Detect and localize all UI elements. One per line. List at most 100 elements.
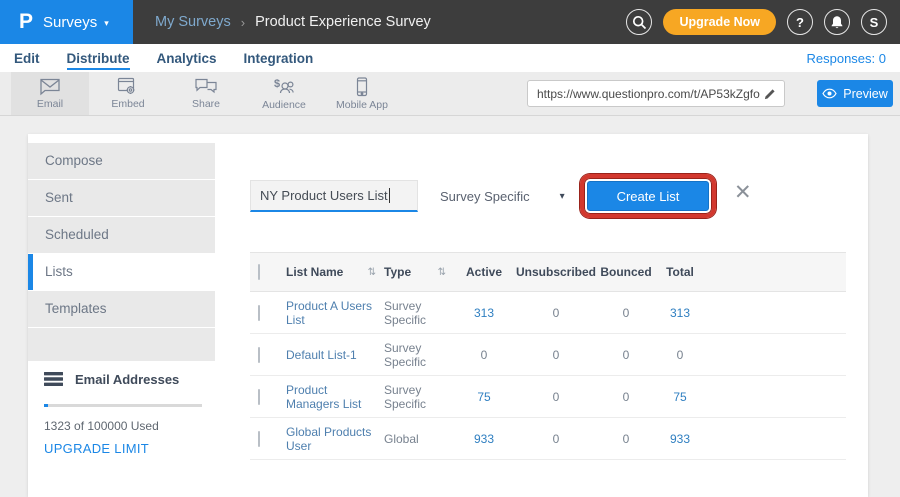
questionpro-app: P Surveys ▾ My Surveys › Product Experie… — [0, 0, 900, 497]
usage-text: 1323 of 100000 Used — [44, 419, 204, 433]
list-name-link[interactable]: Product Managers List — [286, 383, 384, 411]
channel-email[interactable]: Email — [11, 72, 89, 115]
row-checkbox[interactable] — [258, 431, 260, 447]
total-count[interactable]: 75 — [654, 390, 706, 404]
sidebar-item-templates[interactable]: Templates — [28, 291, 215, 327]
tab-integration[interactable]: Integration — [244, 51, 314, 66]
select-all-checkbox[interactable] — [258, 264, 260, 280]
upgrade-limit-link[interactable]: UPGRADE LIMIT — [44, 441, 204, 456]
total-count: 0 — [654, 348, 706, 362]
column-active: Active — [454, 265, 514, 279]
list-name-link[interactable]: Product A Users List — [286, 299, 384, 327]
share-icon — [194, 77, 218, 96]
search-icon — [632, 15, 647, 30]
list-name-input[interactable]: NY Product Users List — [250, 180, 418, 212]
unsubscribed-count: 0 — [514, 432, 598, 446]
edit-pencil-icon[interactable] — [764, 87, 777, 100]
table-row: Default List-1 Survey Specific 0 0 0 0 — [250, 334, 846, 376]
sidebar-item-compose[interactable]: Compose — [28, 143, 215, 179]
breadcrumb-separator: › — [241, 15, 245, 30]
bell-icon — [830, 15, 844, 30]
annotation-highlight: Create List — [580, 174, 716, 218]
column-list-name[interactable]: List Name ⇅ — [286, 265, 384, 279]
channel-label: Email — [37, 98, 63, 110]
bounced-count: 0 — [598, 306, 654, 320]
active-count[interactable]: 933 — [454, 432, 514, 446]
table-row: Product A Users List Survey Specific 313… — [250, 292, 846, 334]
chevron-down-icon: ▾ — [560, 191, 565, 202]
channel-label: Audience — [262, 99, 306, 111]
questionpro-logo-icon: P — [19, 10, 33, 34]
channel-label: Mobile App — [336, 99, 388, 111]
help-button[interactable]: ? — [787, 9, 813, 35]
tab-analytics[interactable]: Analytics — [157, 51, 217, 66]
bounced-count: 0 — [598, 390, 654, 404]
list-name-link[interactable]: Default List-1 — [286, 348, 384, 362]
email-addresses-header: Email Addresses — [44, 372, 204, 387]
breadcrumb-current: Product Experience Survey — [255, 14, 431, 30]
tab-distribute[interactable]: Distribute — [67, 51, 130, 66]
sidebar-item-lists[interactable]: Lists — [28, 254, 215, 290]
survey-tabbar: Edit Distribute Analytics Integration Re… — [0, 44, 900, 72]
column-bounced: Bounced — [598, 265, 654, 279]
email-icon — [38, 77, 62, 96]
embed-icon — [117, 77, 139, 96]
preview-button[interactable]: Preview — [817, 80, 893, 107]
create-list-button[interactable]: Create List — [587, 181, 709, 211]
email-addresses-title: Email Addresses — [75, 372, 179, 387]
channel-audience[interactable]: $ Audience — [245, 72, 323, 115]
product-menu[interactable]: P Surveys ▾ — [0, 0, 133, 44]
top-header: P Surveys ▾ My Surveys › Product Experie… — [0, 0, 900, 44]
responses-count[interactable]: Responses: 0 — [807, 51, 887, 66]
breadcrumb-parent[interactable]: My Surveys — [155, 14, 231, 30]
sort-icon[interactable]: ⇅ — [368, 267, 376, 278]
lists-panel: Compose Sent Scheduled Lists Templates E… — [28, 134, 868, 497]
usage-progress-bar — [44, 404, 202, 407]
table-header: List Name ⇅ Type ⇅ Active Unsubscribed B… — [250, 252, 846, 292]
active-count[interactable]: 313 — [454, 306, 514, 320]
bounced-count: 0 — [598, 432, 654, 446]
text-cursor — [389, 188, 390, 203]
chevron-down-icon: ▾ — [104, 16, 109, 29]
distribute-toolbar: Email Embed Share $ — [0, 72, 900, 116]
total-count[interactable]: 313 — [654, 306, 706, 320]
sort-icon[interactable]: ⇅ — [438, 267, 446, 278]
unsubscribed-count: 0 — [514, 306, 598, 320]
channel-mobile-app[interactable]: Mobile App — [323, 72, 401, 115]
list-type: Survey Specific — [384, 341, 454, 369]
column-type[interactable]: Type ⇅ — [384, 265, 454, 279]
survey-url-field[interactable]: https://www.questionpro.com/t/AP53kZgfo — [527, 80, 785, 107]
search-button[interactable] — [626, 9, 652, 35]
column-total: Total — [654, 265, 706, 279]
email-addresses-section: Email Addresses 1323 of 100000 Used UPGR… — [44, 372, 204, 456]
notifications-button[interactable] — [824, 9, 850, 35]
usage-progress-fill — [44, 404, 48, 407]
column-unsubscribed: Unsubscribed — [514, 265, 598, 279]
sidebar-item-sent[interactable]: Sent — [28, 180, 215, 216]
list-name-value: NY Product Users List — [260, 188, 388, 203]
channel-label: Embed — [111, 98, 144, 110]
row-checkbox[interactable] — [258, 305, 260, 321]
channel-embed[interactable]: Embed — [89, 72, 167, 115]
eye-icon — [822, 88, 837, 99]
tab-edit[interactable]: Edit — [14, 51, 40, 66]
avatar[interactable]: S — [861, 9, 887, 35]
channel-label: Share — [192, 98, 220, 110]
upgrade-now-button[interactable]: Upgrade Now — [663, 9, 776, 35]
row-checkbox[interactable] — [258, 347, 260, 363]
mobile-app-icon — [356, 77, 368, 97]
sidebar-filler — [28, 328, 215, 361]
list-type: Global — [384, 432, 454, 446]
active-count: 0 — [454, 348, 514, 362]
page-body: Compose Sent Scheduled Lists Templates E… — [0, 116, 900, 497]
sidebar-item-scheduled[interactable]: Scheduled — [28, 217, 215, 253]
close-icon[interactable]: ✕ — [734, 182, 752, 203]
channel-share[interactable]: Share — [167, 72, 245, 115]
row-checkbox[interactable] — [258, 389, 260, 405]
unsubscribed-count: 0 — [514, 390, 598, 404]
active-count[interactable]: 75 — [454, 390, 514, 404]
list-type-dropdown[interactable]: Survey Specific ▾ — [440, 180, 565, 212]
table-row: Product Managers List Survey Specific 75… — [250, 376, 846, 418]
list-name-link[interactable]: Global Products User — [286, 425, 384, 453]
total-count[interactable]: 933 — [654, 432, 706, 446]
